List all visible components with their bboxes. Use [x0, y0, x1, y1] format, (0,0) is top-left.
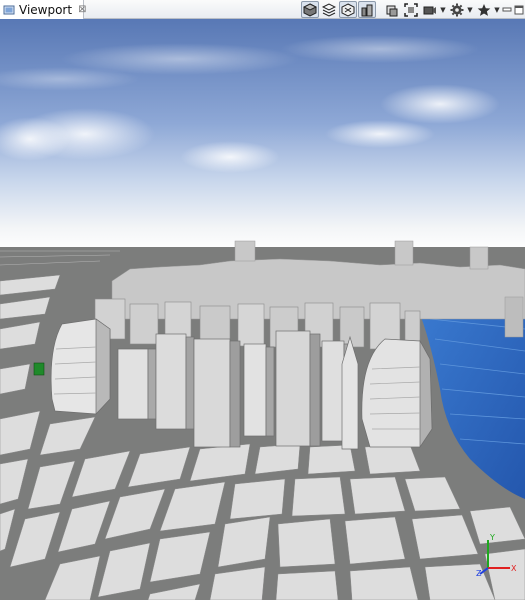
texture-view-icon — [341, 2, 355, 17]
tab-viewport[interactable]: Viewport ⊠ — [0, 0, 86, 19]
close-icon[interactable]: ⊠ — [78, 4, 86, 15]
maximize-icon — [514, 5, 524, 14]
viewport-toolbar: ▼ ▼ ▼ — [300, 0, 525, 19]
viewport-icon — [3, 4, 15, 16]
midground-buildings — [94, 298, 421, 352]
bookmarks-button[interactable] — [475, 1, 493, 18]
building-view-icon — [361, 4, 373, 16]
settings-button[interactable] — [448, 1, 466, 18]
building-view-button[interactable] — [358, 1, 376, 18]
settings-dropdown-chevron-down-icon[interactable]: ▼ — [466, 1, 474, 18]
frame-selection-button[interactable] — [402, 1, 420, 18]
gear-icon — [450, 3, 464, 16]
shaded-view-button[interactable] — [301, 1, 319, 18]
wireframe-view-icon — [322, 2, 336, 17]
selection-marker — [33, 362, 45, 376]
city-scene — [0, 19, 525, 600]
tab-label: Viewport — [19, 2, 73, 17]
bookmarks-dropdown-chevron-down-icon[interactable]: ▼ — [493, 1, 501, 18]
3d-viewport[interactable]: Y X Z — [0, 19, 525, 600]
camera-button[interactable] — [421, 1, 439, 18]
axis-gizmo: Y X Z — [476, 530, 520, 578]
viewport-tab-bar: Viewport ⊠ ▼ ▼ ▼ — [0, 0, 525, 19]
maximize-button[interactable] — [513, 1, 525, 18]
camera-dropdown-chevron-down-icon[interactable]: ▼ — [439, 1, 447, 18]
frame-selection-icon — [404, 2, 418, 17]
z-axis-label: Z — [476, 569, 482, 578]
camera-icon — [423, 6, 436, 14]
camera-bookmark-button[interactable] — [383, 1, 401, 18]
star-icon — [477, 3, 491, 16]
shaded-view-icon — [303, 2, 317, 17]
wireframe-view-button[interactable] — [320, 1, 338, 18]
minimize-icon — [502, 7, 512, 11]
camera-bookmark-icon — [386, 5, 398, 16]
minimize-button[interactable] — [501, 1, 513, 18]
x-axis-label: X — [511, 564, 517, 573]
y-axis-label: Y — [489, 533, 495, 542]
texture-view-button[interactable] — [339, 1, 357, 18]
